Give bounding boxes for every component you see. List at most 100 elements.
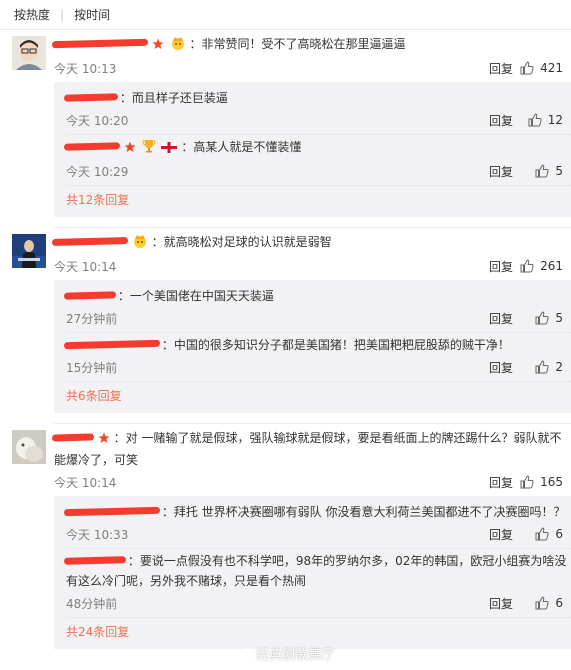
trophy-icon [142,139,156,159]
like-button[interactable]: 5 [535,311,563,325]
like-count: 12 [547,113,563,127]
username[interactable] [63,286,117,300]
redaction-scribble [51,38,149,49]
comment-text: ：对 一赌输了就是假球，强队输球就是假球，要是看纸面上的牌还踢什么？弱队就不能爆… [54,431,562,467]
watermark-text: 经典剧歌舞厅 [256,648,335,663]
reply-meta: 今天 10:20 回复 12 [66,108,571,132]
star-icon [152,36,164,56]
reply-text: ：一个美国佬在中国天天装逼 [117,289,274,303]
like-count: 6 [555,527,563,541]
star-icon [98,430,110,450]
more-replies-link[interactable]: 共12条回复 [66,185,571,213]
reply-body: ：要说一点假没有也不科学吧，98年的罗纳尔多，02年的韩国，欧冠小组赛为啥没有这… [63,551,571,591]
star-icon [124,139,136,159]
reply-button[interactable]: 回复 [489,112,513,129]
like-button[interactable]: 12 [528,113,563,127]
avatar[interactable] [12,36,46,70]
like-count: 6 [555,596,563,610]
username[interactable] [51,232,129,246]
thumbs-up-icon [535,311,549,325]
thumbs-up-icon [535,527,549,541]
reply-item: ：一个美国佬在中国天天装逼 27分钟前 回复 5 [63,284,571,332]
thumbs-up-icon [520,61,534,75]
comment-meta: 今天 10:14 回复 261 [54,254,571,278]
timestamp: 今天 10:29 [66,164,129,179]
username[interactable] [63,502,161,517]
sort-by-time[interactable]: 按时间 [74,6,110,23]
reply-item: ：要说一点假没有也不科学吧，98年的罗纳尔多，02年的韩国，欧冠小组赛为啥没有这… [63,548,571,617]
redaction-scribble [51,237,129,246]
like-count: 421 [540,61,563,75]
like-button[interactable]: 421 [520,61,563,75]
comment-text: ：非常赞同！受不了高晓松在那里逼逼逼 [189,37,406,51]
reply-text: ：中国的很多知识分子都是美国猪！把美国粑粑屁股舔的贼干净！ [161,338,510,352]
reply-meta: 15分钟前 回复 2 [66,355,571,379]
reply-button[interactable]: 回复 [489,163,513,180]
like-count: 261 [540,259,563,273]
more-replies-link[interactable]: 共24条回复 [66,617,571,645]
reply-body: ：拜托 世界杯决赛圈哪有弱队 你没看意大利荷兰美国都进不了决赛圈吗！？ [63,502,571,522]
avatar[interactable] [12,430,46,464]
redaction-scribble [51,433,95,442]
reply-button[interactable]: 回复 [489,595,513,612]
username[interactable] [51,428,95,442]
reply-text: ：高某人就是不懂装懂 [181,140,302,154]
reply-meta: 今天 10:33 回复 6 [66,522,571,546]
reply-list: ：而且样子还巨装逼 今天 10:20 回复 12 ：高某人就是不懂装懂 今天 1… [54,82,571,217]
like-button[interactable]: 165 [520,475,563,489]
avatar-image [12,430,46,464]
reply-button[interactable]: 回复 [489,474,513,491]
reply-list: ：拜托 世界杯决赛圈哪有弱队 你没看意大利荷兰美国都进不了决赛圈吗！？ 今天 1… [54,496,571,649]
reply-body: ：而且样子还巨装逼 [63,88,571,108]
reply-button[interactable]: 回复 [489,526,513,543]
comment-body: ：就高晓松对足球的认识就是弱智 [51,232,571,254]
reply-meta: 48分钟前 回复 6 [66,591,571,615]
reply-item: ：而且样子还巨装逼 今天 10:20 回复 12 [63,86,571,134]
timestamp: 今天 10:33 [66,527,129,542]
thumbs-up-icon [535,596,549,610]
comment-meta: 今天 10:13 回复 421 [54,56,571,80]
username[interactable] [63,335,161,350]
redaction-scribble [63,556,127,565]
reply-button[interactable]: 回复 [489,310,513,327]
timestamp: 今天 10:14 [54,475,117,490]
thumbs-up-icon [535,164,549,178]
avatar-image [12,36,46,70]
watermark: 经典剧歌舞厅 [232,644,334,663]
like-button[interactable]: 261 [520,259,563,273]
like-count: 5 [555,311,563,325]
crown-badge-icon [170,36,186,56]
redaction-scribble [63,339,161,350]
comment-meta: 今天 10:14 回复 165 [54,470,571,494]
avatar[interactable] [12,234,46,268]
reply-button[interactable]: 回复 [489,60,513,77]
username[interactable] [51,34,149,49]
like-button[interactable]: 2 [535,360,563,374]
reply-body: ：一个美国佬在中国天天装逼 [63,286,571,306]
sort-by-hot[interactable]: 按热度 [14,6,50,23]
like-button[interactable]: 5 [535,164,563,178]
weibo-logo-icon [232,646,252,662]
username[interactable] [63,137,121,151]
username[interactable] [63,88,119,102]
redaction-scribble [63,142,121,151]
reply-meta: 今天 10:29 回复 5 [66,159,571,183]
comment-text: ：就高晓松对足球的认识就是弱智 [151,235,332,249]
reply-button[interactable]: 回复 [489,359,513,376]
more-replies-link[interactable]: 共6条回复 [66,381,571,409]
comment-body: ：对 一赌输了就是假球，强队输球就是假球，要是看纸面上的牌还踢什么？弱队就不能爆… [51,428,571,470]
reply-text: ：而且样子还巨装逼 [119,91,228,105]
like-button[interactable]: 6 [535,596,563,610]
username[interactable] [63,551,127,565]
comment-body: ：非常赞同！受不了高晓松在那里逼逼逼 [51,34,571,56]
redaction-scribble [63,291,117,300]
thumbs-up-icon [535,360,549,374]
reply-body: ：中国的很多知识分子都是美国猪！把美国粑粑屁股舔的贼干净！ [63,335,571,355]
england-flag-icon [161,139,178,159]
timestamp: 今天 10:13 [54,61,117,76]
timestamp: 今天 10:20 [66,113,129,128]
reply-button[interactable]: 回复 [489,258,513,275]
timestamp: 15分钟前 [66,360,118,375]
comment: ：对 一赌输了就是假球，强队输球就是假球，要是看纸面上的牌还踢什么？弱队就不能爆… [0,424,571,659]
like-button[interactable]: 6 [535,527,563,541]
